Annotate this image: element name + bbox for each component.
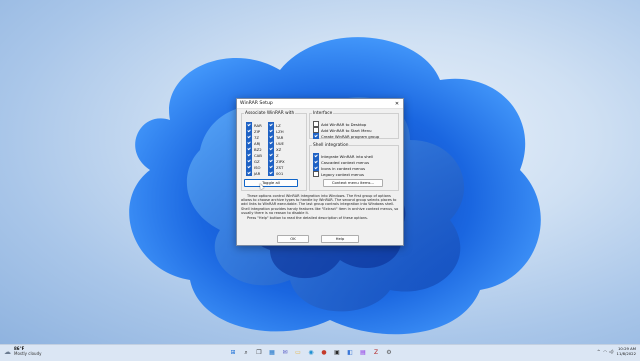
- checkbox-label: RAR: [254, 122, 262, 128]
- checkbox-label: ISO: [254, 164, 261, 170]
- assoc-001-checkbox[interactable]: 001: [268, 170, 285, 176]
- system-tray: ^ ◠ ◁) 10:29 AM 11/8/2022: [597, 346, 636, 356]
- checkbox-label: 7Z: [254, 134, 260, 140]
- checkbox-label: Icons in context menus: [321, 165, 366, 171]
- close-icon[interactable]: ✕: [394, 101, 400, 107]
- checkbox-label: Z: [276, 152, 279, 158]
- context-menu-items-button[interactable]: Context menu items...: [323, 179, 383, 187]
- task-view-icon[interactable]: ❐: [253, 347, 265, 358]
- assoc-jar-checkbox[interactable]: JAR: [246, 170, 262, 176]
- checkbox-label: Cascaded context menus: [321, 159, 370, 165]
- wifi-icon[interactable]: ◠: [603, 349, 607, 354]
- interface-legend: Interface: [313, 111, 333, 116]
- dialog-title: WinRAR Setup: [240, 101, 273, 106]
- description-text: These options control WinRAR integration…: [241, 194, 399, 221]
- toggle-all-button[interactable]: Toggle all: [244, 179, 298, 187]
- checkbox-label: LZ: [276, 122, 281, 128]
- associate-column-2: LZ LZH TAR UUE XZ Z ZIPX ZST 001: [268, 122, 285, 176]
- checkbox-box[interactable]: [313, 171, 319, 177]
- chat-icon[interactable]: ✉: [279, 347, 291, 358]
- store-icon[interactable]: ◧: [344, 347, 356, 358]
- weather-widget[interactable]: ☁ 86°F Mostly cloudy: [4, 346, 42, 356]
- clock[interactable]: 10:29 AM 11/8/2022: [616, 346, 636, 356]
- media-icon[interactable]: ●: [318, 347, 330, 358]
- checkbox-label: GZ: [254, 158, 260, 164]
- shell-option-3-checkbox[interactable]: Legacy context menus: [313, 171, 373, 177]
- chevron-up-icon[interactable]: ^: [597, 349, 600, 354]
- description-paragraph-1: These options control WinRAR integration…: [241, 194, 399, 215]
- checkbox-box[interactable]: [313, 133, 319, 139]
- checkbox-label: TAR: [276, 134, 284, 140]
- checkbox-label: UUE: [276, 140, 284, 146]
- checkbox-label: CAB: [254, 152, 262, 158]
- taskbar-apps: ⊞ ⌕ ❐ ▦ ✉ ▭ ◉ ● ▣ ◧ ▤ Z ⚙: [227, 347, 396, 358]
- description-paragraph-2: Press "Help" button to read the detailed…: [247, 216, 368, 221]
- interface-option-1-checkbox[interactable]: Add WinRAR to Start Menu: [313, 127, 379, 133]
- cloud-icon: ☁: [4, 347, 11, 356]
- dialog-titlebar: WinRAR Setup ✕: [237, 99, 403, 109]
- volume-icon[interactable]: ◁): [609, 349, 614, 354]
- checkbox-label: Integrate WinRAR into shell: [321, 153, 374, 159]
- associate-legend: Associate WinRAR with: [245, 111, 295, 116]
- checkbox-box[interactable]: [268, 170, 274, 176]
- shell-option-2-checkbox[interactable]: Icons in context menus: [313, 165, 373, 171]
- checkbox-label: XZ: [276, 146, 282, 152]
- filezilla-icon[interactable]: Z: [370, 347, 382, 358]
- winrar-icon[interactable]: ▤: [357, 347, 369, 358]
- checkbox-label: ARJ: [254, 140, 261, 146]
- associate-column-1: RAR ZIP 7Z ARJ BZ2 CAB GZ ISO JAR: [246, 122, 262, 176]
- checkbox-label: Legacy context menus: [321, 171, 365, 177]
- checkbox-label: 001: [276, 170, 284, 176]
- checkbox-label: Create WinRAR program group: [321, 133, 380, 139]
- shell-option-1-checkbox[interactable]: Cascaded context menus: [313, 159, 373, 165]
- interface-option-2-checkbox[interactable]: Create WinRAR program group: [313, 133, 379, 139]
- help-button[interactable]: Help: [321, 235, 359, 243]
- checkbox-label: Add WinRAR to Start Menu: [321, 127, 372, 133]
- checkbox-label: ZIPX: [276, 158, 285, 164]
- search-icon[interactable]: ⌕: [240, 347, 252, 358]
- checkbox-label: JAR: [254, 170, 261, 176]
- clock-date: 11/8/2022: [616, 350, 636, 356]
- interface-options: Add WinRAR to Desktop Add WinRAR to Start…: [313, 121, 379, 139]
- widgets-icon[interactable]: ▦: [266, 347, 278, 358]
- checkbox-label: ZST: [276, 164, 284, 170]
- checkbox-label: Add WinRAR to Desktop: [321, 121, 367, 127]
- weather-description: Mostly cloudy: [14, 350, 42, 356]
- shell-option-0-checkbox[interactable]: Integrate WinRAR into shell: [313, 153, 373, 159]
- taskbar: ☁ 86°F Mostly cloudy ⊞ ⌕ ❐ ▦ ✉ ▭ ◉ ● ▣ ◧ ▤ Z ⚙ ^ ◠ ◁…: [0, 344, 640, 361]
- shell-legend: Shell integration: [313, 143, 349, 148]
- checkbox-label: ZIP: [254, 128, 261, 134]
- ok-button[interactable]: OK: [277, 235, 309, 243]
- settings-icon[interactable]: ⚙: [383, 347, 395, 358]
- terminal-icon[interactable]: ▣: [331, 347, 343, 358]
- interface-group: Interface Add WinRAR to Desktop Add WinRA…: [309, 111, 399, 139]
- checkbox-box[interactable]: [246, 170, 252, 176]
- windows-icon[interactable]: ⊞: [227, 347, 239, 358]
- winrar-setup-dialog: WinRAR Setup ✕ Associate WinRAR with RAR…: [236, 98, 404, 246]
- file-explorer-icon[interactable]: ▭: [292, 347, 304, 358]
- checkbox-label: LZH: [276, 128, 284, 134]
- edge-icon[interactable]: ◉: [305, 347, 317, 358]
- checkbox-label: BZ2: [254, 146, 262, 152]
- shell-options: Integrate WinRAR into shell Cascaded cont…: [313, 153, 373, 177]
